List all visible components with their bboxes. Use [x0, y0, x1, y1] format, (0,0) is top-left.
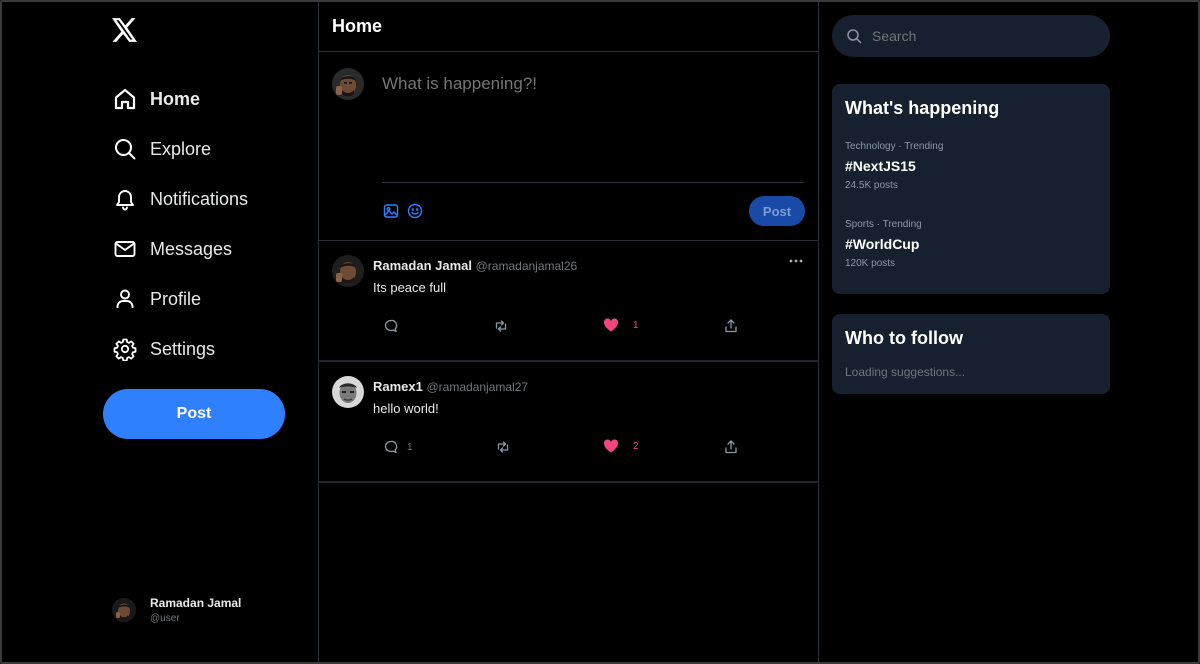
panel-title: What's happening — [845, 98, 1000, 118]
right-sidebar: Search What's happening Technology · Tre… — [832, 2, 1112, 662]
image-icon[interactable] — [382, 202, 400, 220]
emoji-icon[interactable] — [406, 202, 424, 220]
tweet-author-name[interactable]: Ramex1 — [373, 379, 423, 394]
trend-count: 120K posts — [845, 258, 896, 269]
nav-label-explore: Explore — [150, 138, 212, 159]
tweet-actions: 1 2 — [383, 439, 743, 459]
avatar — [112, 598, 136, 622]
repost-button[interactable] — [495, 439, 511, 455]
search-placeholder: Search — [872, 28, 917, 44]
composer-divider — [382, 182, 804, 183]
x-logo-icon[interactable] — [112, 18, 144, 48]
search-icon — [846, 28, 862, 44]
avatar[interactable] — [332, 255, 364, 287]
nav-label-messages: Messages — [150, 238, 233, 259]
tweet-text: Its peace full — [373, 280, 446, 295]
nav-item-home[interactable]: Home — [112, 74, 248, 124]
trend-count: 24.5K posts — [845, 180, 898, 191]
trend-item[interactable]: Technology · Trending #NextJS15 24.5K po… — [832, 141, 1110, 191]
account-name: Ramadan Jamal — [150, 596, 242, 610]
who-to-follow-panel: Who to follow Loading suggestions... — [832, 314, 1110, 394]
nav-item-profile[interactable]: Profile — [112, 274, 248, 324]
nav-item-settings[interactable]: Settings — [112, 324, 248, 374]
trend-item[interactable]: Sports · Trending #WorldCup 120K posts — [832, 219, 1110, 269]
account-switcher[interactable]: Ramadan Jamal @user — [112, 596, 241, 624]
reply-icon — [383, 439, 399, 455]
share-button[interactable] — [723, 439, 739, 455]
home-icon — [112, 86, 138, 112]
mail-icon — [112, 236, 138, 262]
more-options-icon[interactable] — [788, 253, 804, 269]
repost-icon — [493, 318, 509, 334]
like-count: 1 — [633, 319, 639, 331]
timeline-header: Home — [319, 2, 818, 52]
trend-meta: Sports · Trending — [845, 219, 922, 230]
reply-button[interactable]: 1 — [383, 439, 413, 455]
post-button[interactable]: Post — [103, 389, 285, 439]
tweet-author-handle[interactable]: @ramadanjamal26 — [476, 259, 578, 273]
tweet-author-handle[interactable]: @ramadanjamal27 — [427, 380, 529, 394]
search-input[interactable]: Search — [832, 15, 1110, 57]
post-composer: Post — [319, 52, 818, 241]
nav-label-notifications: Notifications — [150, 188, 249, 209]
repost-icon — [495, 439, 511, 455]
composer-input[interactable] — [382, 74, 804, 94]
tweet-author-name[interactable]: Ramadan Jamal — [373, 258, 472, 273]
whats-happening-panel: What's happening Technology · Trending #… — [832, 84, 1110, 294]
trend-tag: #WorldCup — [845, 236, 920, 252]
tweet[interactable]: Ramadan Jamal @ramadanjamal26 Its peace … — [319, 241, 818, 362]
reply-button[interactable] — [383, 318, 407, 334]
nav-item-notifications[interactable]: Notifications — [112, 174, 248, 224]
reply-count: 1 — [407, 441, 413, 453]
user-icon — [112, 286, 138, 312]
page-title: Home — [332, 16, 383, 36]
tweet[interactable]: Ramex1 @ramadanjamal27 hello world! 1 2 — [319, 362, 818, 483]
heart-icon — [603, 318, 619, 332]
trend-meta: Technology · Trending — [845, 141, 944, 152]
timeline: Home What is happening?! Post Ramadan Ja… — [318, 2, 819, 662]
like-count: 2 — [633, 440, 639, 452]
account-handle: @user — [150, 613, 180, 624]
composer-avatar — [332, 67, 364, 101]
nav-item-explore[interactable]: Explore — [112, 124, 248, 174]
composer-post-button[interactable]: Post — [749, 196, 805, 226]
bell-icon — [112, 186, 138, 212]
left-sidebar: Home Explore Notifications Messages Prof… — [2, 2, 318, 662]
repost-button[interactable] — [493, 318, 509, 334]
like-button[interactable]: 2 — [603, 439, 639, 453]
loading-status: Loading suggestions... — [845, 365, 966, 379]
tweet-text: hello world! — [373, 401, 439, 416]
share-icon — [723, 439, 739, 455]
tweet-header: Ramex1 @ramadanjamal27 — [373, 379, 528, 394]
panel-title: Who to follow — [845, 328, 963, 348]
nav-item-messages[interactable]: Messages — [112, 224, 248, 274]
nav-label-profile: Profile — [150, 288, 202, 309]
share-icon — [723, 318, 739, 334]
search-icon — [112, 136, 138, 162]
heart-icon — [603, 439, 619, 453]
avatar[interactable] — [332, 376, 364, 408]
main-nav: Home Explore Notifications Messages Prof… — [112, 74, 248, 374]
composer-tools — [382, 202, 430, 220]
reply-icon — [383, 318, 399, 334]
nav-label-home: Home — [150, 88, 201, 109]
trend-tag: #NextJS15 — [845, 158, 916, 174]
tweet-actions: 1 — [383, 318, 743, 338]
gear-icon — [112, 336, 138, 362]
share-button[interactable] — [723, 318, 739, 334]
nav-label-settings: Settings — [150, 338, 216, 359]
tweet-header: Ramadan Jamal @ramadanjamal26 — [373, 258, 577, 273]
like-button[interactable]: 1 — [603, 318, 639, 332]
